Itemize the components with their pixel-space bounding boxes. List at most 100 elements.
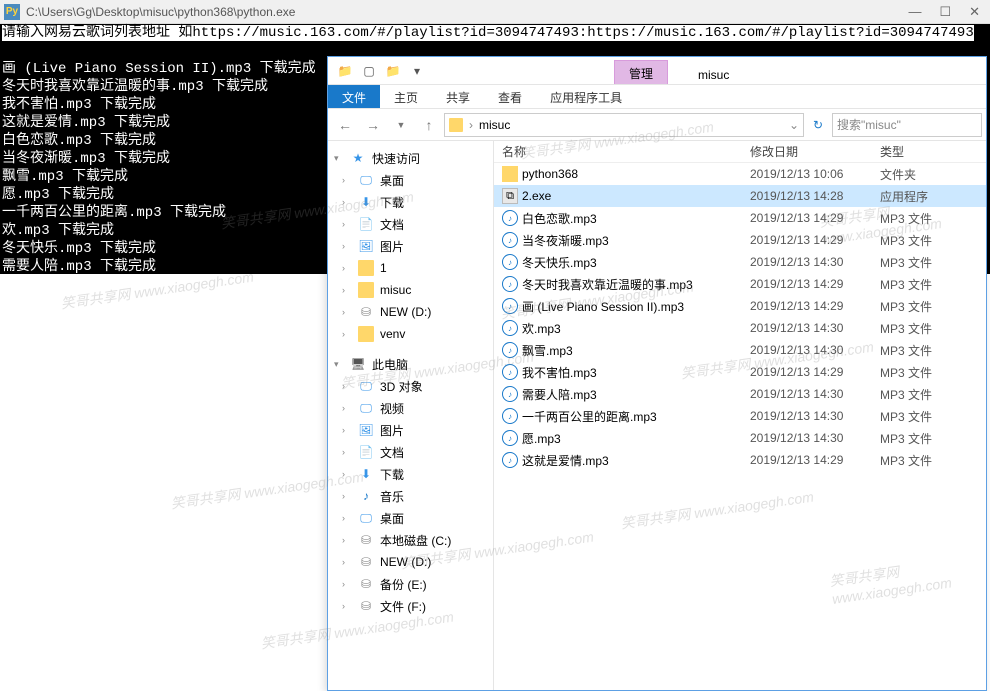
file-row[interactable]: ♪当冬夜渐暖.mp32019/12/13 14:29MP3 文件 [494, 229, 986, 251]
file-row[interactable]: ♪一千两百公里的距离.mp32019/12/13 14:30MP3 文件 [494, 405, 986, 427]
recent-dropdown[interactable]: ▼ [388, 112, 414, 138]
file-date: 2019/12/13 14:30 [750, 431, 880, 445]
file-date: 2019/12/13 14:30 [750, 255, 880, 269]
close-button[interactable]: ✕ [969, 4, 980, 20]
file-type: 文件夹 [880, 166, 960, 183]
file-name: 冬天时我喜欢靠近温暖的事.mp3 [522, 276, 693, 293]
file-row[interactable]: ♪这就是爱情.mp32019/12/13 14:29MP3 文件 [494, 449, 986, 471]
sidebar-item[interactable]: ›🖼图片 [328, 235, 493, 257]
sidebar-this-pc[interactable]: ▾ 🖥 此电脑 [328, 353, 493, 375]
chevron-right-icon: › [342, 285, 352, 295]
chevron-right-icon: › [342, 469, 352, 479]
file-type: MP3 文件 [880, 232, 960, 249]
sidebar-item[interactable]: ›misuc [328, 279, 493, 301]
file-date: 2019/12/13 14:30 [750, 343, 880, 357]
ribbon-context-tab[interactable]: 管理 [614, 60, 668, 84]
ribbon-tab-share[interactable]: 共享 [432, 85, 484, 108]
file-list[interactable]: 名称 修改日期 类型 python3682019/12/13 10:06文件夹⧉… [494, 141, 986, 690]
chevron-right-icon: › [342, 329, 352, 339]
python-icon: Py [4, 4, 20, 20]
search-box[interactable]: 搜索"misuc" [832, 113, 982, 137]
sidebar-item-label: 桌面 [380, 172, 404, 189]
sidebar-item-label: NEW (D:) [380, 305, 431, 319]
sidebar-item[interactable]: ›🖵桌面 [328, 507, 493, 529]
file-row[interactable]: ⧉2.exe2019/12/13 14:28应用程序 [494, 185, 986, 207]
ribbon-tab-file[interactable]: 文件 [328, 85, 380, 108]
file-type: MP3 文件 [880, 386, 960, 403]
mp3-icon: ♪ [502, 320, 518, 336]
sidebar-item[interactable]: ›♪音乐 [328, 485, 493, 507]
back-button[interactable]: ← [332, 112, 358, 138]
minimize-button[interactable]: — [908, 4, 921, 20]
search-placeholder: 搜索"misuc" [837, 116, 901, 133]
sidebar-item[interactable]: ›📄文档 [328, 213, 493, 235]
sidebar-item[interactable]: ›🖵视频 [328, 397, 493, 419]
sidebar-item[interactable]: ›1 [328, 257, 493, 279]
col-type[interactable]: 类型 [880, 143, 960, 160]
sidebar-item[interactable]: ›⛁NEW (D:) [328, 551, 493, 573]
file-row[interactable]: ♪我不害怕.mp32019/12/13 14:29MP3 文件 [494, 361, 986, 383]
nav-sidebar[interactable]: ▾ ★ 快速访问 ›🖵桌面›⬇下载›📄文档›🖼图片›1›misuc›⛁NEW (… [328, 141, 494, 690]
file-row[interactable]: ♪冬天快乐.mp32019/12/13 14:30MP3 文件 [494, 251, 986, 273]
file-row[interactable]: ♪愿.mp32019/12/13 14:30MP3 文件 [494, 427, 986, 449]
file-date: 2019/12/13 14:29 [750, 277, 880, 291]
addr-dropdown-icon[interactable]: ⌄ [789, 118, 799, 132]
star-icon: ★ [350, 150, 366, 166]
sidebar-item-label: NEW (D:) [380, 555, 431, 569]
ribbon-tab-apptools[interactable]: 应用程序工具 [536, 85, 636, 108]
new-folder-icon[interactable]: 📁 [382, 60, 404, 82]
file-type: MP3 文件 [880, 364, 960, 381]
sidebar-item[interactable]: ›⬇下载 [328, 463, 493, 485]
sidebar-item[interactable]: ›venv [328, 323, 493, 345]
drive-icon: ⛁ [358, 576, 374, 592]
sidebar-item[interactable]: ›⛁NEW (D:) [328, 301, 493, 323]
chevron-right-icon: › [342, 601, 352, 611]
col-name[interactable]: 名称 [494, 143, 750, 160]
col-date[interactable]: 修改日期 [750, 143, 880, 160]
dropdown-icon[interactable]: ▾ [406, 60, 428, 82]
ribbon-tab-view[interactable]: 查看 [484, 85, 536, 108]
properties-icon[interactable]: ▢ [358, 60, 380, 82]
address-bar[interactable]: › misuc ⌄ [444, 113, 804, 137]
ribbon-tab-home[interactable]: 主页 [380, 85, 432, 108]
file-type: MP3 文件 [880, 298, 960, 315]
maximize-button[interactable]: ☐ [939, 4, 951, 20]
file-name: python368 [522, 167, 578, 181]
sidebar-item[interactable]: ›🖼图片 [328, 419, 493, 441]
file-row[interactable]: ♪画 (Live Piano Session II).mp32019/12/13… [494, 295, 986, 317]
file-row[interactable]: ♪白色恋歌.mp32019/12/13 14:29MP3 文件 [494, 207, 986, 229]
sidebar-item-label: 下载 [380, 466, 404, 483]
sidebar-item[interactable]: ›🖵3D 对象 [328, 375, 493, 397]
folder-icon[interactable]: 📁 [334, 60, 356, 82]
up-button[interactable]: ↑ [416, 112, 442, 138]
sidebar-item[interactable]: ›🖵桌面 [328, 169, 493, 191]
chevron-right-icon: › [342, 425, 352, 435]
drive-icon: ⛁ [358, 304, 374, 320]
sidebar-item[interactable]: ›⛁备份 (E:) [328, 573, 493, 595]
doc-icon: 📄 [358, 444, 374, 460]
sidebar-item[interactable]: ›⬇下载 [328, 191, 493, 213]
file-row[interactable]: python3682019/12/13 10:06文件夹 [494, 163, 986, 185]
forward-button[interactable]: → [360, 112, 386, 138]
file-date: 2019/12/13 14:30 [750, 409, 880, 423]
file-row[interactable]: ♪飘雪.mp32019/12/13 14:30MP3 文件 [494, 339, 986, 361]
file-date: 2019/12/13 14:29 [750, 365, 880, 379]
sidebar-quick-access[interactable]: ▾ ★ 快速访问 [328, 147, 493, 169]
sidebar-item[interactable]: ›⛁本地磁盘 (C:) [328, 529, 493, 551]
dl-icon: ⬇ [358, 194, 374, 210]
breadcrumb[interactable]: misuc [479, 118, 510, 132]
sidebar-item-label: 图片 [380, 422, 404, 439]
sidebar-item-label: 本地磁盘 (C:) [380, 532, 451, 549]
music-icon: ♪ [358, 488, 374, 504]
file-row[interactable]: ♪需要人陪.mp32019/12/13 14:30MP3 文件 [494, 383, 986, 405]
chevron-right-icon: › [342, 219, 352, 229]
refresh-button[interactable]: ↻ [806, 113, 830, 137]
file-name: 当冬夜渐暖.mp3 [522, 232, 609, 249]
sidebar-item[interactable]: ›⛁文件 (F:) [328, 595, 493, 617]
file-row[interactable]: ♪冬天时我喜欢靠近温暖的事.mp32019/12/13 14:29MP3 文件 [494, 273, 986, 295]
drive-icon: ⛁ [358, 554, 374, 570]
mp3-icon: ♪ [502, 430, 518, 446]
explorer-window: 📁 ▢ 📁 ▾ 管理 misuc 文件 主页 共享 查看 应用程序工具 ← → … [327, 56, 987, 691]
sidebar-item[interactable]: ›📄文档 [328, 441, 493, 463]
file-row[interactable]: ♪欢.mp32019/12/13 14:30MP3 文件 [494, 317, 986, 339]
